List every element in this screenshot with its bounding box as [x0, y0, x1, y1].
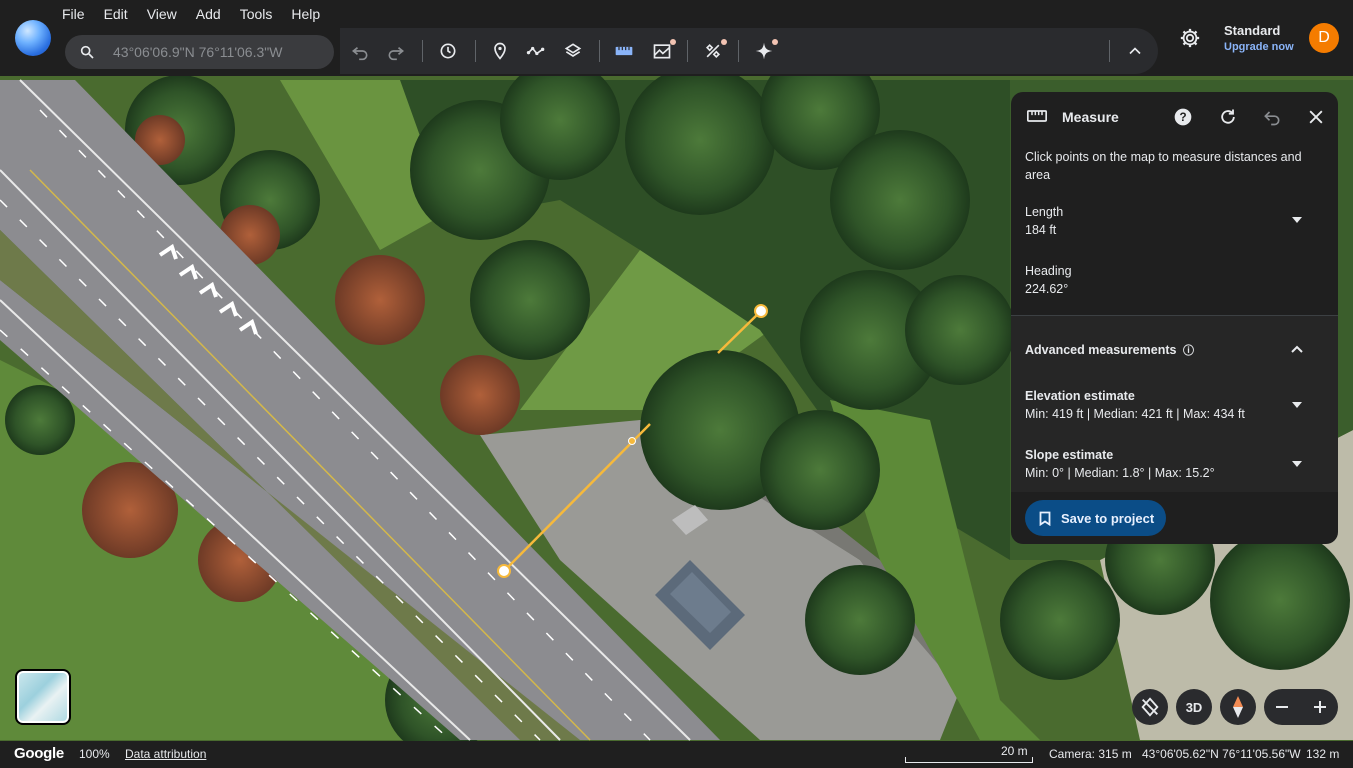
- settings-gear-icon[interactable]: [1179, 27, 1201, 49]
- menu-add[interactable]: Add: [196, 6, 230, 22]
- zoom-level: 100%: [79, 747, 110, 761]
- redo-icon[interactable]: [385, 40, 407, 62]
- elevation-value: Min: 419 ft | Median: 421 ft | Max: 434 …: [1025, 407, 1245, 421]
- slope-label: Slope estimate: [1025, 448, 1114, 462]
- top-bar: File Edit View Add Tools Help 43°06'06.9…: [0, 0, 1353, 76]
- slope-dropdown-icon[interactable]: [1291, 460, 1303, 468]
- menu-bar: File Edit View Add Tools Help: [62, 6, 339, 22]
- measure-panel: Measure ? Click points on the map to mea…: [1011, 92, 1338, 544]
- panel-title: Measure: [1062, 109, 1119, 125]
- measure-point-start[interactable]: [497, 564, 511, 578]
- collapse-icon[interactable]: [1124, 40, 1146, 62]
- account-plan: Standard: [1224, 23, 1281, 38]
- path-icon[interactable]: [525, 40, 547, 62]
- minimap-thumbnail[interactable]: [15, 669, 71, 725]
- length-label: Length: [1025, 205, 1064, 219]
- compass-icon[interactable]: [1220, 689, 1256, 725]
- reset-tilt-icon[interactable]: [1132, 689, 1168, 725]
- undo-point-icon[interactable]: [1261, 106, 1283, 128]
- ruler-icon: [1027, 110, 1047, 122]
- heading-value: 224.62°: [1025, 282, 1069, 296]
- ruler-icon[interactable]: [613, 40, 635, 62]
- cursor-coordinates: 43°06'05.62"N 76°11'05.56"W: [1142, 747, 1301, 761]
- search-value: 43°06'06.9"N 76°11'06.3"W: [113, 44, 283, 60]
- scale-label: 20 m: [1001, 744, 1028, 758]
- data-attribution-link[interactable]: Data attribution: [125, 747, 206, 761]
- status-bar: Google 100% Data attribution 20 m Camera…: [0, 741, 1353, 768]
- camera-altitude: Camera: 315 m: [1049, 747, 1132, 761]
- search-input[interactable]: 43°06'06.9"N 76°11'06.3"W: [65, 35, 334, 69]
- menu-help[interactable]: Help: [291, 6, 329, 22]
- length-value: 184 ft: [1025, 223, 1057, 237]
- history-icon[interactable]: [437, 40, 459, 62]
- menu-tools[interactable]: Tools: [240, 6, 282, 22]
- help-icon[interactable]: ?: [1172, 106, 1194, 128]
- svg-text:?: ?: [1179, 111, 1186, 124]
- bookmark-icon: [1039, 511, 1051, 526]
- elevation-dropdown-icon[interactable]: [1291, 401, 1303, 409]
- menu-file[interactable]: File: [62, 6, 94, 22]
- advanced-measurements-label: Advanced measurements: [1025, 343, 1177, 357]
- zoom-control: [1264, 689, 1338, 725]
- info-icon[interactable]: ⓘ: [1183, 345, 1194, 357]
- placemark-icon[interactable]: [489, 40, 511, 62]
- close-icon[interactable]: [1305, 106, 1327, 128]
- scale-bar: [905, 757, 1033, 763]
- save-to-project-button[interactable]: Save to project: [1025, 500, 1166, 536]
- slope-value: Min: 0° | Median: 1.8° | Max: 15.2°: [1025, 466, 1215, 480]
- google-logo: Google: [14, 745, 64, 762]
- undo-icon[interactable]: [349, 40, 371, 62]
- earth-logo-icon[interactable]: [15, 20, 51, 56]
- avatar[interactable]: D: [1309, 23, 1339, 53]
- save-button-label: Save to project: [1061, 510, 1155, 526]
- advanced-measurements-header[interactable]: Advanced measurements ⓘ: [1025, 342, 1194, 358]
- toggle-3d-button[interactable]: 3D: [1176, 689, 1212, 725]
- chevron-up-icon[interactable]: [1291, 345, 1303, 353]
- menu-view[interactable]: View: [147, 6, 186, 22]
- measure-point-end[interactable]: [754, 304, 768, 318]
- elevation-label: Elevation estimate: [1025, 389, 1135, 403]
- search-icon: [80, 45, 94, 59]
- zoom-out-icon[interactable]: [1274, 699, 1290, 715]
- ground-elevation: 132 m: [1306, 747, 1340, 761]
- zoom-in-icon[interactable]: [1312, 699, 1328, 715]
- panel-description: Click points on the map to measure dista…: [1025, 150, 1302, 182]
- refresh-icon[interactable]: [1217, 106, 1239, 128]
- layers-icon[interactable]: [562, 40, 584, 62]
- heading-label: Heading: [1025, 264, 1072, 278]
- menu-edit[interactable]: Edit: [104, 6, 137, 22]
- upgrade-link[interactable]: Upgrade now: [1224, 41, 1294, 53]
- length-units-dropdown-icon[interactable]: [1291, 216, 1303, 224]
- toolbar: [340, 28, 1158, 74]
